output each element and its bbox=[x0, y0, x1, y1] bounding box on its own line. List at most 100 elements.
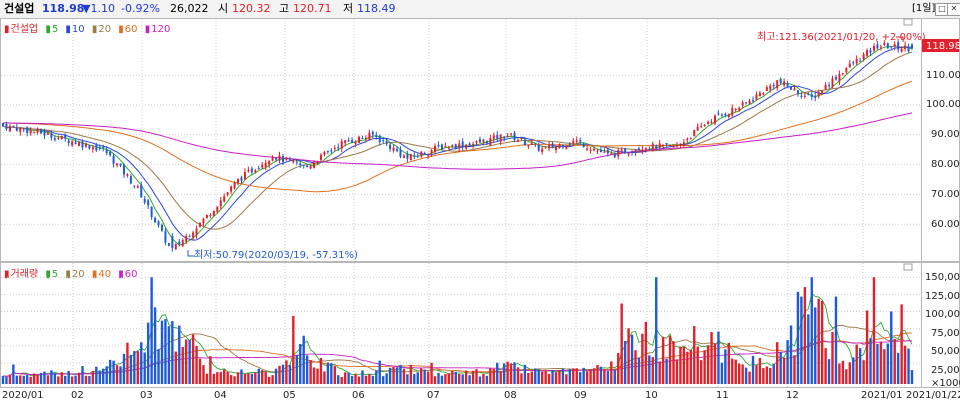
volume-bar bbox=[475, 369, 478, 384]
volume-bar bbox=[655, 277, 658, 384]
candle-body bbox=[589, 149, 592, 151]
candle-body bbox=[250, 168, 253, 173]
volume-bar bbox=[15, 375, 19, 384]
candle-body bbox=[904, 45, 907, 50]
candle-body bbox=[651, 143, 654, 151]
candle-body bbox=[406, 153, 409, 159]
volume-bar bbox=[838, 363, 841, 384]
candle-body bbox=[648, 149, 651, 151]
volume-bar bbox=[565, 374, 568, 384]
candle-body bbox=[468, 143, 471, 147]
volume-bar bbox=[22, 375, 25, 384]
volume-bar bbox=[292, 315, 295, 384]
volume-bar bbox=[796, 291, 800, 384]
candle-body bbox=[655, 145, 658, 150]
candle-body bbox=[841, 73, 844, 75]
volume-bar bbox=[893, 338, 896, 384]
candle-body bbox=[669, 144, 672, 146]
candle-body bbox=[171, 236, 174, 249]
volume-bar bbox=[219, 371, 222, 384]
volume-bar bbox=[623, 340, 627, 384]
candle-body bbox=[631, 151, 634, 153]
candle-body bbox=[185, 236, 188, 242]
volume-bar bbox=[174, 351, 178, 384]
candle-body bbox=[219, 200, 222, 207]
candle-body bbox=[150, 206, 153, 218]
stock-chart[interactable]: 110.00 100.00 90.00 80.00 70.00 60.00 11… bbox=[0, 0, 960, 401]
candle-body bbox=[790, 86, 793, 90]
candle-body bbox=[119, 163, 122, 166]
volume-bar bbox=[164, 319, 167, 384]
volume-bar bbox=[706, 345, 710, 384]
volume-bar bbox=[613, 369, 616, 384]
candle-body bbox=[516, 140, 519, 142]
candle-body bbox=[544, 146, 547, 148]
candle-body bbox=[568, 144, 571, 146]
candle-body bbox=[703, 125, 706, 127]
volume-bar bbox=[907, 348, 910, 384]
volume-bar bbox=[1, 375, 5, 384]
volume-bar bbox=[858, 348, 862, 384]
candle-body bbox=[489, 138, 492, 146]
candle-body bbox=[5, 124, 8, 130]
panel-resize-handle[interactable] bbox=[903, 18, 913, 26]
candle-body bbox=[437, 144, 440, 147]
volume-bar bbox=[886, 343, 890, 384]
candle-body bbox=[911, 44, 913, 49]
volume-bar bbox=[762, 368, 765, 384]
volume-bar bbox=[309, 359, 312, 384]
candle-body bbox=[866, 50, 869, 56]
volume-bar bbox=[617, 353, 620, 384]
candle-body bbox=[745, 102, 748, 104]
candle-body bbox=[727, 113, 730, 117]
volume-bar bbox=[817, 298, 820, 384]
candle-body bbox=[323, 151, 326, 155]
candle-body bbox=[810, 94, 813, 98]
candle-body bbox=[758, 92, 761, 97]
candle-body bbox=[389, 144, 392, 150]
volume-bar bbox=[357, 376, 361, 384]
volume-bar bbox=[402, 368, 406, 384]
volume-bar bbox=[827, 359, 831, 384]
volume-bar bbox=[596, 364, 599, 384]
x-label-10: 10 bbox=[645, 390, 658, 401]
candle-body bbox=[523, 140, 526, 145]
candle-body bbox=[672, 146, 675, 148]
volume-bar bbox=[637, 357, 641, 384]
volume-bar bbox=[824, 348, 827, 384]
volume-bar bbox=[385, 373, 388, 384]
candle-body bbox=[821, 90, 824, 95]
candle-body bbox=[160, 224, 163, 231]
ma120-line bbox=[2, 112, 913, 170]
volume-bar bbox=[305, 355, 309, 384]
x-label-12: 12 bbox=[786, 390, 799, 401]
candle-body bbox=[81, 141, 84, 148]
volume-bar bbox=[834, 296, 838, 384]
candle-body bbox=[143, 198, 146, 203]
price-tick-110: 110.00 bbox=[926, 70, 960, 81]
volume-bar bbox=[333, 366, 337, 384]
candle-body bbox=[634, 150, 637, 153]
volume-bar bbox=[285, 360, 288, 384]
volume-tick-50000: 50,000 bbox=[931, 346, 960, 357]
candle-body bbox=[717, 113, 720, 115]
volume-bar bbox=[57, 376, 60, 384]
volume-bar bbox=[29, 376, 32, 384]
candle-body bbox=[848, 63, 851, 68]
volume-bar bbox=[841, 360, 845, 384]
volume-bar bbox=[786, 340, 789, 384]
volume-bar bbox=[340, 376, 343, 384]
candle-body bbox=[599, 149, 602, 153]
candle-body bbox=[8, 126, 11, 132]
price-tick-80: 80.00 bbox=[931, 159, 960, 170]
volume-resize-handle[interactable] bbox=[903, 263, 913, 271]
candle-body bbox=[613, 152, 616, 158]
candle-body bbox=[675, 144, 678, 147]
volume-bar bbox=[751, 355, 755, 384]
volume-bar bbox=[288, 365, 292, 384]
candle-body bbox=[700, 125, 703, 127]
candle-body bbox=[278, 155, 281, 161]
candle-body bbox=[230, 186, 233, 192]
candle-body bbox=[593, 149, 596, 151]
volume-bar bbox=[727, 342, 731, 384]
